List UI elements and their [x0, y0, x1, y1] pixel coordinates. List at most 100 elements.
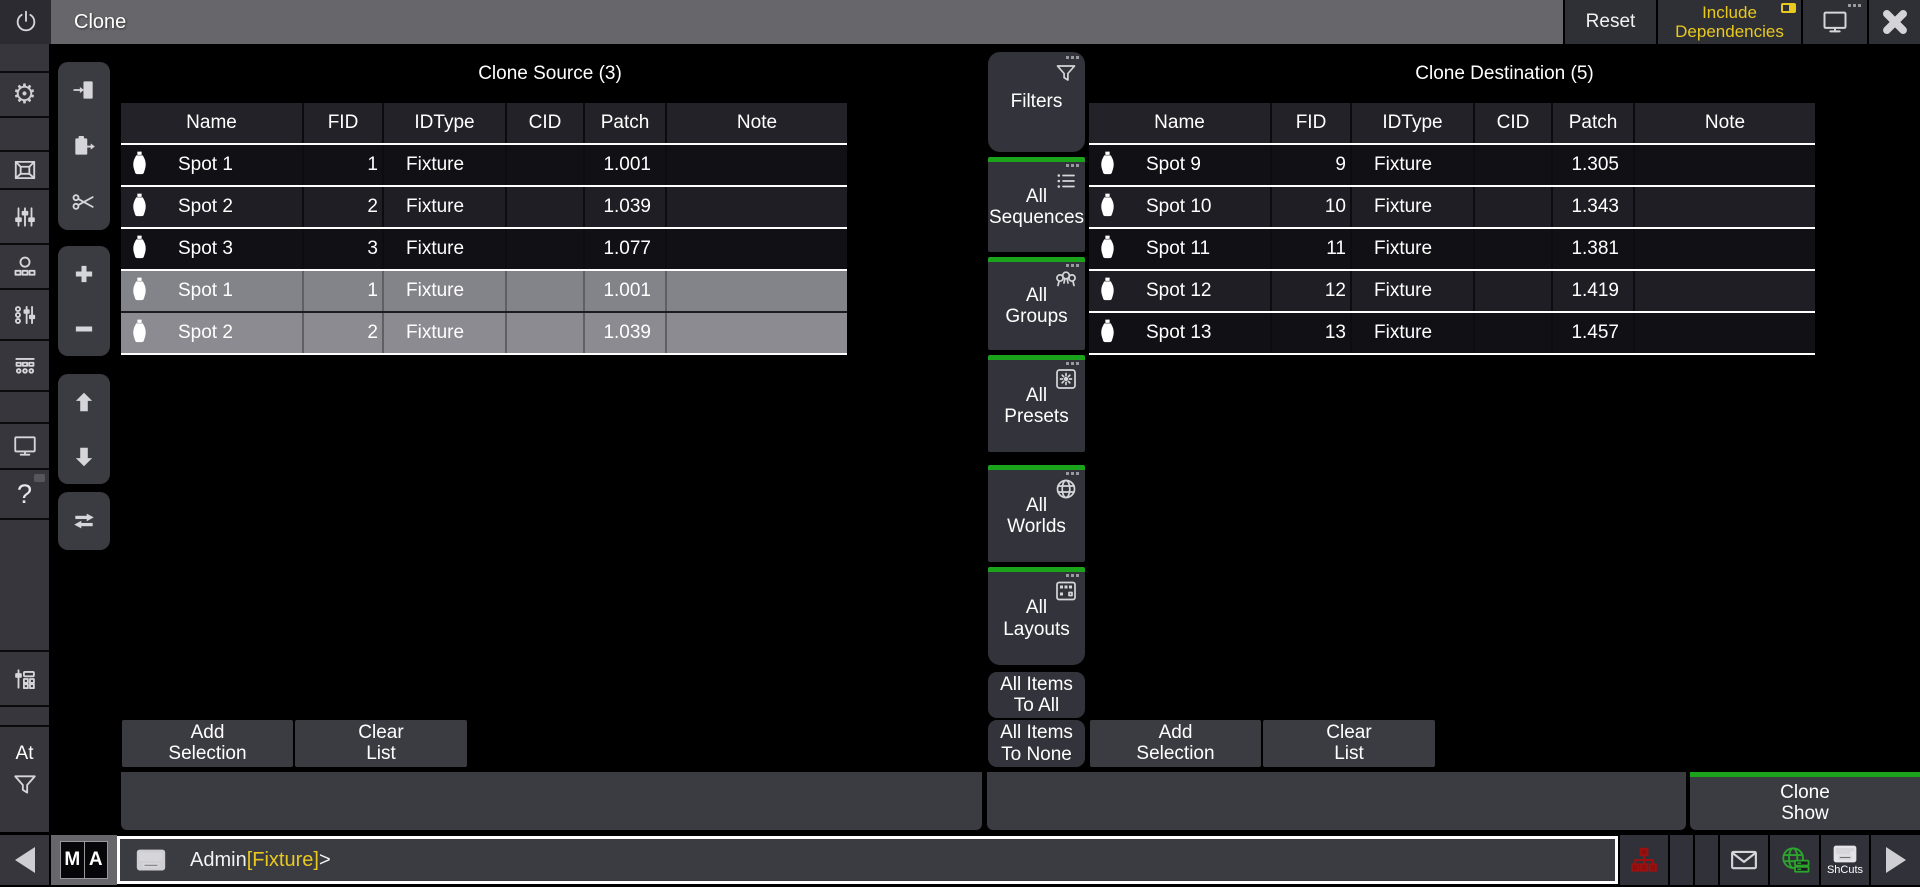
swap-button[interactable]: [58, 492, 110, 550]
paste-button[interactable]: [58, 62, 110, 118]
destination-footer-panel: [987, 772, 1686, 830]
cell-note: [665, 145, 847, 185]
sidebar-item-channels[interactable]: [0, 290, 49, 341]
sidebar-item-settings[interactable]: ⚙: [0, 73, 49, 118]
cell-idtype: Fixture: [382, 145, 505, 185]
all-items-to-all-button[interactable]: All Items To All: [988, 672, 1085, 718]
destination-clear-list-button[interactable]: Clear List: [1263, 720, 1435, 767]
all-sequences-button[interactable]: All Sequences: [988, 157, 1085, 252]
clone-show-button[interactable]: Clone Show: [1690, 772, 1920, 830]
cell-cid: [505, 229, 583, 269]
cell-name: Spot 11: [1089, 229, 1270, 269]
table-row[interactable]: Spot 11Fixture1.001: [121, 145, 847, 187]
help-badge-icon: [34, 474, 45, 482]
cut-button[interactable]: [58, 174, 110, 230]
table-row[interactable]: Spot 1313Fixture1.457: [1089, 313, 1815, 355]
messages-button[interactable]: [1720, 835, 1768, 885]
column-header-name[interactable]: Name: [1089, 103, 1270, 143]
cell-patch: 1.039: [583, 187, 665, 227]
sidebar-item-monitor[interactable]: [0, 424, 49, 470]
cell-note: [1633, 271, 1815, 311]
power-button[interactable]: [0, 0, 53, 44]
column-header-cid[interactable]: CID: [1473, 103, 1551, 143]
cell-name: Spot 12: [1089, 271, 1270, 311]
cell-note: [665, 187, 847, 227]
column-header-note[interactable]: Note: [1633, 103, 1815, 143]
keyboard-icon: [1832, 845, 1858, 863]
table-row[interactable]: Spot 22Fixture1.039: [121, 313, 847, 355]
shortcuts-button[interactable]: ShCuts: [1821, 835, 1869, 885]
column-header-patch[interactable]: Patch: [1551, 103, 1633, 143]
cell-cid: [505, 271, 583, 311]
cell-patch: 1.077: [583, 229, 665, 269]
fixture-icon: [132, 192, 147, 222]
move-down-button[interactable]: [58, 429, 110, 484]
sidebar-item-desk[interactable]: [0, 341, 49, 392]
cell-fid: 3: [302, 229, 382, 269]
cell-idtype: Fixture: [1350, 145, 1473, 185]
all-worlds-button[interactable]: All Worlds: [988, 465, 1085, 562]
filter-funnel-icon: [1054, 62, 1078, 86]
all-layouts-button[interactable]: All Layouts: [988, 567, 1085, 665]
remove-button[interactable]: [58, 301, 110, 356]
all-groups-button[interactable]: All Groups: [988, 257, 1085, 350]
sidebar-item-stage[interactable]: [0, 152, 49, 190]
envelope-icon: [1729, 847, 1759, 873]
command-history-back-button[interactable]: [0, 835, 49, 885]
screen-select-button[interactable]: [1803, 0, 1867, 44]
include-dependencies-button[interactable]: Include Dependencies: [1658, 0, 1801, 44]
at-label: At: [16, 743, 34, 765]
worlds-icon: [1054, 477, 1078, 501]
column-header-fid[interactable]: FID: [302, 103, 382, 143]
more-dots-icon: [1066, 164, 1079, 167]
cell-idtype: Fixture: [1350, 313, 1473, 353]
close-icon: [1881, 8, 1909, 36]
column-header-fid[interactable]: FID: [1270, 103, 1350, 143]
column-header-patch[interactable]: Patch: [583, 103, 665, 143]
column-header-cid[interactable]: CID: [505, 103, 583, 143]
reset-button[interactable]: Reset: [1565, 0, 1656, 44]
statusbar-cell[interactable]: [1670, 835, 1693, 885]
table-row[interactable]: Spot 1010Fixture1.343: [1089, 187, 1815, 229]
fixture-icon: [1100, 192, 1115, 222]
all-items-to-none-button[interactable]: All Items To None: [988, 720, 1085, 767]
column-header-idtype[interactable]: IDType: [1350, 103, 1473, 143]
add-button[interactable]: [58, 246, 110, 301]
column-header-idtype[interactable]: IDType: [382, 103, 505, 143]
all-presets-button[interactable]: All Presets: [988, 355, 1085, 452]
sidebar-item-playback[interactable]: [0, 652, 49, 707]
table-row[interactable]: Spot 1212Fixture1.419: [1089, 271, 1815, 313]
move-up-button[interactable]: [58, 374, 110, 429]
arrow-up-icon: [71, 389, 97, 415]
cell-fid: 2: [302, 313, 382, 353]
statusbar-cell[interactable]: [1695, 835, 1718, 885]
table-row[interactable]: Spot 11Fixture1.001: [121, 271, 847, 313]
sidebar-item-fixtures[interactable]: [0, 245, 49, 290]
destination-add-selection-button[interactable]: Add Selection: [1090, 720, 1261, 767]
sidebar-item-at-filter[interactable]: At: [0, 727, 49, 832]
minus-icon: [71, 316, 97, 342]
column-header-note[interactable]: Note: [665, 103, 847, 143]
monitor-icon: [1820, 8, 1850, 36]
cell-fid: 10: [1270, 187, 1350, 227]
copy-button[interactable]: [58, 118, 110, 174]
table-row[interactable]: Spot 22Fixture1.039: [121, 187, 847, 229]
table-row[interactable]: Spot 33Fixture1.077: [121, 229, 847, 271]
table-row[interactable]: Spot 1111Fixture1.381: [1089, 229, 1815, 271]
source-add-selection-button[interactable]: Add Selection: [122, 720, 293, 767]
close-button[interactable]: [1869, 0, 1920, 44]
ma-logo-segment[interactable]: MA: [51, 835, 117, 885]
session-status-button[interactable]: [1620, 835, 1668, 885]
filters-button[interactable]: Filters: [988, 52, 1085, 152]
command-forward-button[interactable]: [1871, 835, 1920, 885]
more-dots-icon: [1066, 264, 1079, 267]
cell-fid: 13: [1270, 313, 1350, 353]
sidebar-item-help[interactable]: ?: [0, 470, 49, 520]
source-clear-list-button[interactable]: Clear List: [295, 720, 467, 767]
sidebar-item-faders[interactable]: [0, 190, 49, 245]
cell-cid: [505, 145, 583, 185]
network-globe-button[interactable]: [1770, 835, 1819, 885]
command-line-input[interactable]: Admin[Fixture]>: [117, 836, 1618, 884]
column-header-name[interactable]: Name: [121, 103, 302, 143]
table-row[interactable]: Spot 99Fixture1.305: [1089, 145, 1815, 187]
